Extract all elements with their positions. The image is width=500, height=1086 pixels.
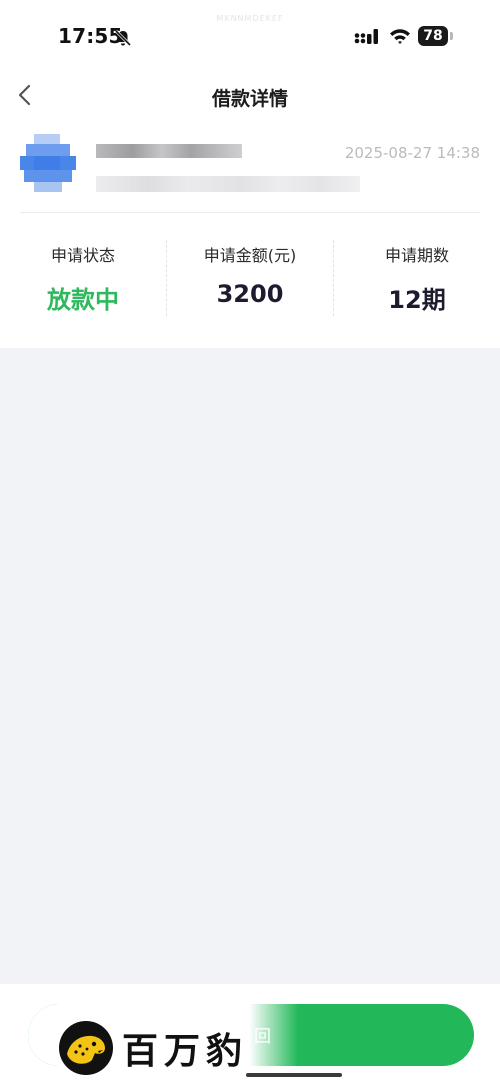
stat-amount-value: 3200 (216, 280, 284, 308)
stat-amount-label: 申请金额(元) (203, 246, 297, 265)
stat-status-label: 申请状态 (50, 246, 115, 265)
avatar (20, 134, 80, 194)
status-bar: 17:55 MKNNMDEKEF 78 (0, 0, 500, 70)
stat-term-value: 12期 (388, 286, 446, 314)
logo-watermark-text: 百万豹 (122, 1030, 249, 1072)
loan-info-card: 2025-08-27 14:38 申请状态 放款中 申请金额(元) 3200 申… (0, 124, 500, 348)
status-time: 17:55 (58, 24, 123, 48)
primary-action-label: 回 (254, 1027, 271, 1047)
bottom-bar: 回 百万豹 (0, 984, 500, 1086)
battery-indicator: 78 (418, 26, 448, 46)
stat-term-label: 申请期数 (384, 246, 449, 265)
stat-status-value: 放款中 (47, 286, 119, 314)
home-indicator[interactable] (246, 1073, 342, 1077)
battery-tip (450, 32, 453, 40)
leopard-logo-icon (59, 1021, 113, 1075)
blurred-detail (96, 176, 360, 192)
watermark-text: MKNNMDEKEF (216, 14, 284, 23)
card-divider (20, 212, 480, 213)
page-title: 借款详情 (211, 88, 288, 110)
nav-header: 借款详情 (0, 70, 500, 124)
loan-timestamp: 2025-08-27 14:38 (344, 144, 480, 162)
stat-status: 申请状态 放款中 (0, 242, 166, 315)
wifi-icon (390, 29, 410, 44)
stat-amount: 申请金额(元) 3200 (167, 242, 333, 308)
blurred-name (96, 144, 242, 158)
stat-term: 申请期数 12期 (334, 242, 500, 315)
signal-icon (354, 29, 378, 44)
bell-slash-icon (114, 29, 132, 47)
